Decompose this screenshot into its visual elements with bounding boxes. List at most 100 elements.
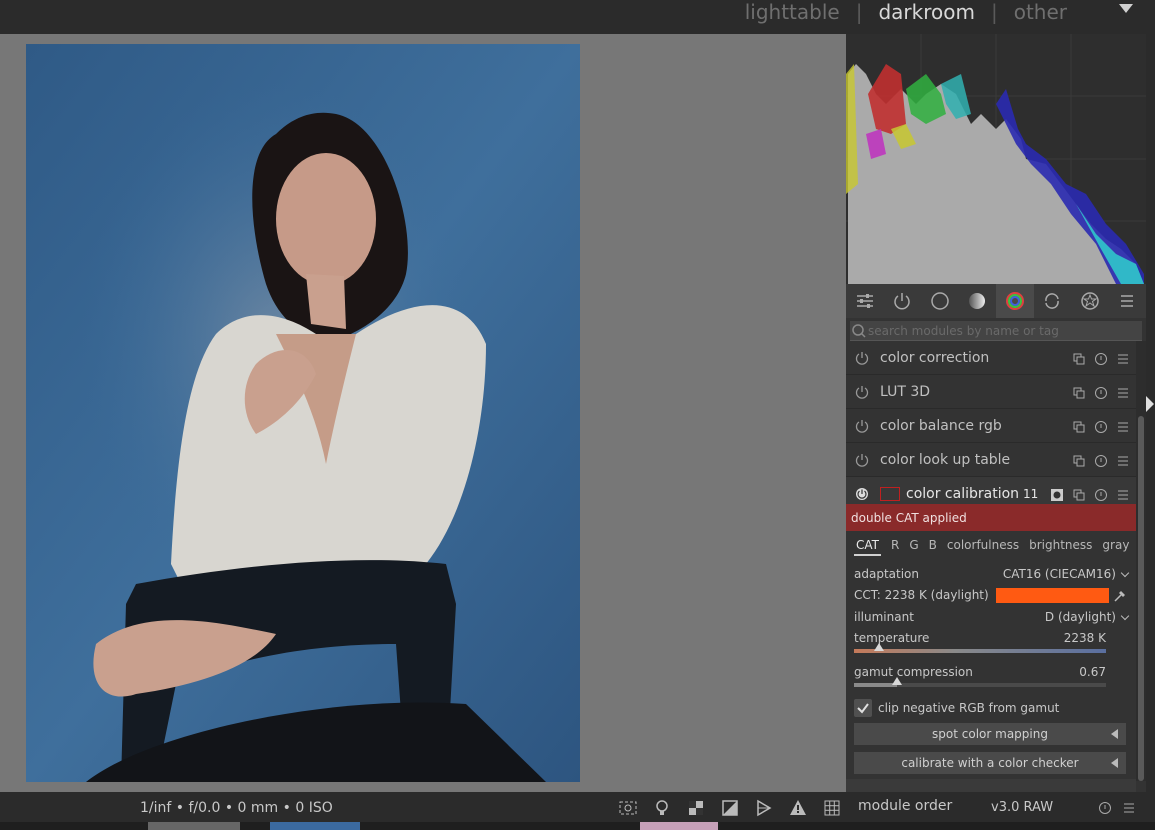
adaptation-combobox[interactable]: adaptation CAT16 (CIECAM16): [854, 567, 1130, 581]
color-assessment-icon[interactable]: [652, 798, 672, 818]
clip-negative-rgb-toggle[interactable]: clip negative RGB from gamut: [854, 699, 1128, 717]
image-canvas[interactable]: [0, 34, 846, 792]
module-scrollbar[interactable]: [1136, 341, 1146, 781]
module-color-correction[interactable]: color correction: [846, 341, 1136, 375]
collapse-top-panel-icon[interactable]: [1119, 4, 1133, 13]
cct-label: CCT: 2238 K (daylight): [854, 588, 989, 602]
collapse-arrow-icon: [1111, 758, 1118, 768]
right-panel: color correction LUT 3D color balance rg…: [846, 34, 1146, 792]
filmstrip-thumbnail[interactable]: [148, 822, 240, 830]
active-modules-icon[interactable]: [884, 284, 922, 318]
effect-group-icon[interactable]: [1071, 284, 1109, 318]
reset-icon[interactable]: [1094, 419, 1108, 433]
multi-instance-icon[interactable]: [1072, 419, 1086, 433]
tab-g[interactable]: G: [909, 538, 918, 556]
checkmark-icon: [857, 703, 869, 714]
bottom-toolbar: [618, 798, 842, 818]
raw-overexposed-icon[interactable]: [686, 798, 706, 818]
adaptation-label: adaptation: [854, 567, 919, 581]
temperature-slider[interactable]: temperature 2238 K: [854, 631, 1106, 653]
multi-instance-icon[interactable]: [1072, 487, 1086, 501]
multi-instance-icon[interactable]: [1072, 453, 1086, 467]
presets-icon[interactable]: [1122, 800, 1136, 819]
multi-instance-icon[interactable]: [1072, 351, 1086, 365]
filmstrip[interactable]: [0, 822, 1155, 830]
presets-icon[interactable]: [1116, 419, 1130, 433]
collapse-arrow-icon: [1111, 729, 1118, 739]
illuminant-combobox[interactable]: illuminant D (daylight): [854, 610, 1130, 624]
gamut-check-icon[interactable]: [788, 798, 808, 818]
tab-colorfulness[interactable]: colorfulness: [947, 538, 1019, 556]
power-icon[interactable]: [855, 453, 869, 467]
cct-color-swatch: [996, 588, 1109, 603]
illuminant-label: illuminant: [854, 610, 914, 624]
color-group-icon[interactable]: [996, 284, 1034, 318]
double-cat-warning: double CAT applied: [846, 504, 1136, 531]
tab-b[interactable]: B: [929, 538, 937, 556]
checkbox[interactable]: [854, 699, 872, 717]
view-separator: |: [855, 0, 863, 24]
reset-icon[interactable]: [1094, 351, 1108, 365]
presets-menu-icon[interactable]: [1109, 284, 1147, 318]
reset-icon[interactable]: [1094, 453, 1108, 467]
module-color-look-up-table[interactable]: color look up table: [846, 443, 1136, 477]
multi-instance-icon[interactable]: [1072, 385, 1086, 399]
presets-icon[interactable]: [1116, 385, 1130, 399]
right-edge-panel: [1146, 34, 1155, 792]
temperature-value: 2238 K: [1063, 631, 1106, 645]
view-lighttable[interactable]: lighttable: [745, 0, 840, 24]
scrollbar-thumb[interactable]: [1138, 416, 1144, 781]
temperature-track[interactable]: [854, 649, 1106, 653]
section-label: calibrate with a color checker: [901, 756, 1079, 770]
calibrate-color-checker-section[interactable]: calibrate with a color checker: [854, 752, 1126, 774]
clip-label: clip negative RGB from gamut: [878, 701, 1060, 715]
presets-icon[interactable]: [1116, 487, 1130, 501]
quick-access-icon[interactable]: [846, 284, 884, 318]
presets-icon[interactable]: [1116, 351, 1130, 365]
expand-right-panel-icon[interactable]: [1146, 396, 1154, 412]
tone-group-icon[interactable]: [959, 284, 997, 318]
reset-icon[interactable]: [1094, 487, 1108, 501]
module-order-label: module order: [858, 798, 953, 814]
section-label: spot color mapping: [932, 727, 1048, 741]
power-icon[interactable]: [855, 419, 869, 433]
mask-toggle-icon[interactable]: [1050, 487, 1064, 501]
module-search-box[interactable]: [850, 321, 1142, 341]
module-label: color balance rgb: [880, 417, 1002, 434]
filmstrip-thumbnail[interactable]: [640, 822, 718, 830]
module-search-input[interactable]: [868, 323, 1130, 338]
softproof-icon[interactable]: [754, 798, 774, 818]
module-label: LUT 3D: [880, 383, 931, 400]
correct-group-icon[interactable]: [1034, 284, 1072, 318]
tab-cat[interactable]: CAT: [854, 538, 881, 556]
tab-gray[interactable]: gray: [1102, 538, 1129, 556]
module-order-value[interactable]: v3.0 RAW: [991, 800, 1053, 815]
tab-brightness[interactable]: brightness: [1029, 538, 1092, 556]
reset-icon[interactable]: [1094, 385, 1108, 399]
mask-indicator-icon[interactable]: [880, 487, 900, 501]
clipping-indicator-icon[interactable]: [720, 798, 740, 818]
illuminant-value: D (daylight): [1044, 610, 1116, 624]
view-darkroom[interactable]: darkroom: [878, 0, 975, 24]
color-picker-icon[interactable]: [1112, 588, 1128, 604]
gamut-compression-slider[interactable]: gamut compression 0.67: [854, 665, 1106, 687]
focus-peaking-icon[interactable]: [618, 798, 638, 818]
module-color-balance-rgb[interactable]: color balance rgb: [846, 409, 1136, 443]
power-icon[interactable]: [855, 385, 869, 399]
histogram[interactable]: [846, 34, 1146, 284]
temperature-thumb[interactable]: [874, 643, 885, 651]
base-group-icon[interactable]: [921, 284, 959, 318]
reset-icon[interactable]: [1098, 800, 1112, 819]
filmstrip-thumbnail[interactable]: [270, 822, 360, 830]
power-icon[interactable]: [855, 351, 869, 365]
guides-grid-icon[interactable]: [822, 798, 842, 818]
view-other[interactable]: other: [1014, 0, 1067, 24]
power-on-icon[interactable]: [855, 487, 869, 501]
tab-r[interactable]: R: [891, 538, 899, 556]
spot-color-mapping-section[interactable]: spot color mapping: [854, 723, 1126, 745]
chevron-down-icon: [1120, 568, 1130, 578]
presets-icon[interactable]: [1116, 453, 1130, 467]
module-lut-3d[interactable]: LUT 3D: [846, 375, 1136, 409]
status-icons: [1098, 800, 1136, 819]
gamut-thumb[interactable]: [891, 677, 902, 685]
